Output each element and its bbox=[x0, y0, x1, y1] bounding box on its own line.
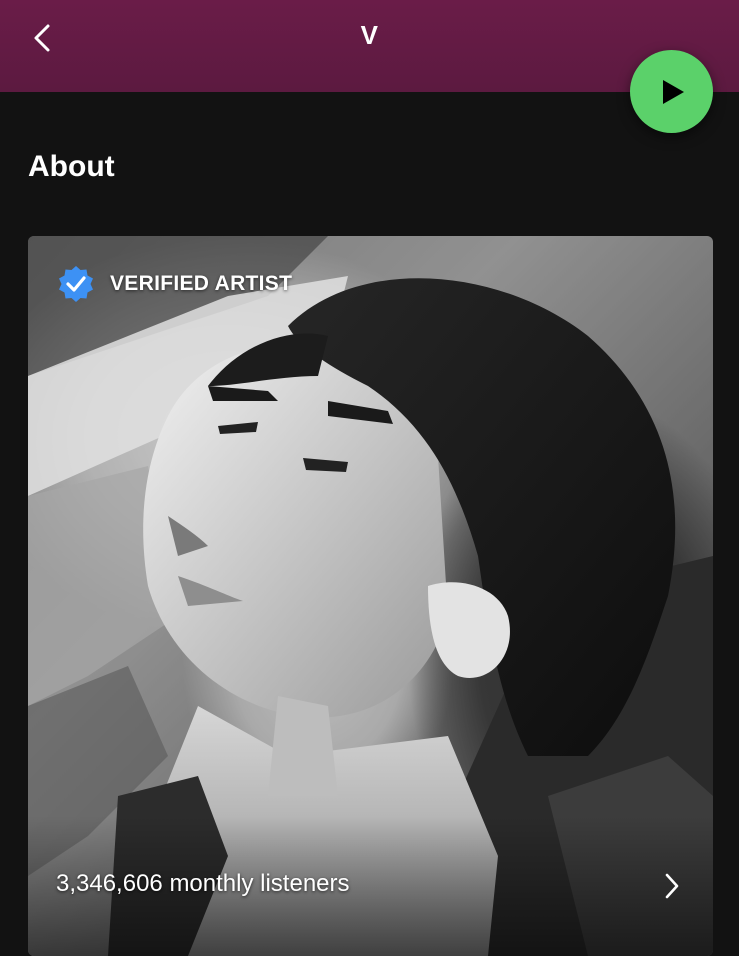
chevron-right-icon bbox=[665, 873, 679, 899]
verified-artist-label: VERIFIED ARTIST bbox=[110, 272, 293, 295]
monthly-listeners: 3,346,606 monthly listeners bbox=[56, 870, 350, 897]
card-open-button[interactable] bbox=[660, 870, 684, 902]
play-button[interactable] bbox=[630, 50, 713, 133]
verified-badge-icon bbox=[59, 266, 93, 302]
verified-artist-row: VERIFIED ARTIST bbox=[56, 264, 292, 304]
section-title-about: About bbox=[28, 150, 115, 183]
about-card[interactable]: VERIFIED ARTIST 3,346,606 monthly listen… bbox=[28, 236, 713, 956]
play-icon bbox=[662, 79, 684, 104]
top-bar: V bbox=[0, 0, 739, 92]
artist-title: V bbox=[360, 20, 379, 50]
